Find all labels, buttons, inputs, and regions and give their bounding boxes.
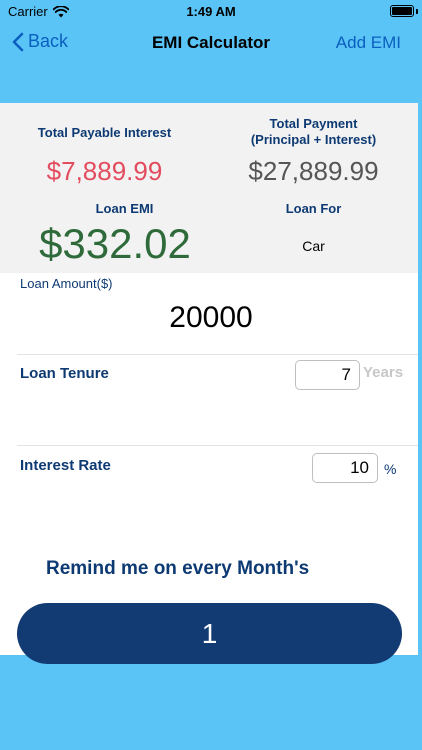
loan-emi-value: $332.02 <box>39 220 191 267</box>
total-interest-value: $7,889.99 <box>46 156 163 186</box>
loan-emi-label: Loan EMI <box>95 201 154 216</box>
navigation-bar: Back EMI Calculator Add EMI <box>0 22 422 66</box>
tenure-unit-label: Years <box>363 364 404 381</box>
battery-icon <box>390 5 414 17</box>
summary-panel: Total Payable Interest $7,889.99 Total P… <box>0 103 418 273</box>
total-payment-label-line1: Total Payment <box>269 116 358 131</box>
loan-tenure-input[interactable]: 7 <box>295 360 360 390</box>
interest-rate-label: Interest Rate <box>20 457 111 474</box>
divider <box>17 354 418 355</box>
status-bar: Carrier 1:49 AM <box>0 0 422 22</box>
loan-for-value[interactable]: Car <box>209 238 418 254</box>
reminder-label: Remind me on every Month's <box>46 558 310 579</box>
divider <box>17 445 418 446</box>
total-interest-label: Total Payable Interest <box>37 125 172 140</box>
loan-amount-input[interactable]: 20000 <box>0 301 422 335</box>
reminder-day-button[interactable]: 1 <box>17 603 402 664</box>
reminder-day-value: 1 <box>201 617 218 649</box>
battery-tip <box>416 9 418 14</box>
total-payment-label: Total Payment (Principal + Interest) <box>209 116 418 148</box>
loan-amount-label: Loan Amount($) <box>20 276 113 291</box>
total-payment-label-line2: (Principal + Interest) <box>250 132 377 147</box>
loan-tenure-label: Loan Tenure <box>20 365 109 382</box>
status-time: 1:49 AM <box>186 4 236 19</box>
add-emi-button[interactable]: Add EMI <box>336 33 401 53</box>
battery-level <box>392 7 412 15</box>
total-payment-value: $27,889.99 <box>248 156 379 186</box>
rate-unit-label: % <box>384 461 397 477</box>
loan-for-label: Loan For <box>285 201 342 216</box>
loan-form: Loan Amount($) 20000 Loan Tenure 7 Years… <box>0 273 418 655</box>
interest-rate-input[interactable]: 10 <box>312 453 378 483</box>
